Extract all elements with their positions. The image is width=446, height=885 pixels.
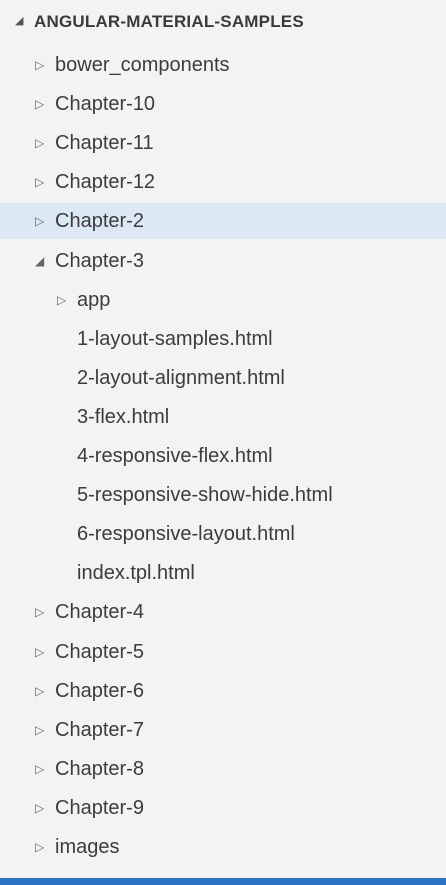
collapsed-arrow-icon[interactable]: ▷ [35,673,44,709]
file-name: 5-responsive-show-hide.html [77,483,333,506]
tree-file-row[interactable]: 2-layout-alignment.html [0,360,446,396]
collapsed-arrow-icon[interactable]: ▷ [35,203,44,239]
tree-file-row[interactable]: 3-flex.html [0,399,446,435]
file-name: 4-responsive-flex.html [77,444,273,467]
tree-folder-row[interactable]: ▷ Chapter-12 [0,164,446,200]
collapsed-arrow-icon[interactable]: ▷ [35,829,44,865]
collapsed-arrow-icon[interactable]: ▷ [35,751,44,787]
folder-name: app [77,288,111,311]
tree-folder-row[interactable]: ▷ Chapter-11 [0,125,446,161]
collapsed-arrow-icon[interactable]: ▷ [35,47,44,83]
collapsed-arrow-icon[interactable]: ▷ [35,790,44,826]
tree-file-row[interactable]: 1-layout-samples.html [0,321,446,357]
tree-folder-row[interactable]: ▷ app [0,282,446,318]
folder-name: Chapter-11 [55,131,154,154]
tree-folder-row[interactable]: ▷ Chapter-9 [0,790,446,826]
collapsed-arrow-icon[interactable]: ▷ [35,164,44,200]
collapsed-arrow-icon[interactable]: ▷ [35,86,44,122]
folder-name: Chapter-9 [55,796,144,819]
file-name: 2-layout-alignment.html [77,366,285,389]
tree-folder-row[interactable]: ▷ bower_components [0,47,446,83]
tree-folder-row[interactable]: ▷ Chapter-2 [0,203,446,239]
file-name: 3-flex.html [77,405,170,428]
folder-name: images [55,835,120,858]
tree-folder-row[interactable]: ▷ Chapter-7 [0,712,446,748]
folder-name: Chapter-12 [55,170,156,193]
tree-folder-row[interactable]: ▷ Chapter-5 [0,634,446,670]
file-explorer: ◢ ANGULAR-MATERIAL-SAMPLES ▷ bower_compon… [0,0,446,885]
collapsed-arrow-icon[interactable]: ▷ [35,634,44,670]
project-root-title: ANGULAR-MATERIAL-SAMPLES [34,12,304,31]
status-bar-edge [0,878,446,885]
tree-file-row[interactable]: 5-responsive-show-hide.html [0,477,446,513]
tree-file-row[interactable]: 4-responsive-flex.html [0,438,446,474]
collapsed-arrow-icon[interactable]: ▷ [35,594,44,630]
tree-folder-row[interactable]: ▷ Chapter-4 [0,594,446,630]
folder-name: Chapter-5 [55,640,144,663]
tree-file-row[interactable]: 6-responsive-layout.html [0,516,446,552]
folder-name: bower_components [55,53,230,76]
explorer-section-header[interactable]: ◢ ANGULAR-MATERIAL-SAMPLES [0,0,446,44]
collapsed-arrow-icon[interactable]: ▷ [35,712,44,748]
tree-folder-row[interactable]: ▷ Chapter-6 [0,673,446,709]
file-name: 1-layout-samples.html [77,327,273,350]
folder-name: Chapter-8 [55,757,144,780]
folder-name: Chapter-2 [55,209,144,232]
folder-name: Chapter-7 [55,718,144,741]
expanded-arrow-icon[interactable]: ◢ [35,243,44,279]
tree-file-row[interactable]: index.tpl.html [0,555,446,591]
collapsed-arrow-icon[interactable]: ▷ [57,282,66,318]
folder-name: Chapter-6 [55,679,144,702]
folder-name: Chapter-10 [55,92,156,115]
expanded-arrow-icon: ◢ [15,15,24,27]
collapsed-arrow-icon[interactable]: ▷ [35,125,44,161]
tree-folder-row[interactable]: ◢ Chapter-3 [0,243,446,279]
file-name: index.tpl.html [77,561,195,584]
folder-name: Chapter-4 [55,600,144,623]
tree-folder-row[interactable]: ▷ images [0,829,446,865]
tree-folder-row[interactable]: ▷ Chapter-8 [0,751,446,787]
file-name: 6-responsive-layout.html [77,522,295,545]
folder-name: Chapter-3 [55,249,144,272]
tree-folder-row[interactable]: ▷ Chapter-10 [0,86,446,122]
